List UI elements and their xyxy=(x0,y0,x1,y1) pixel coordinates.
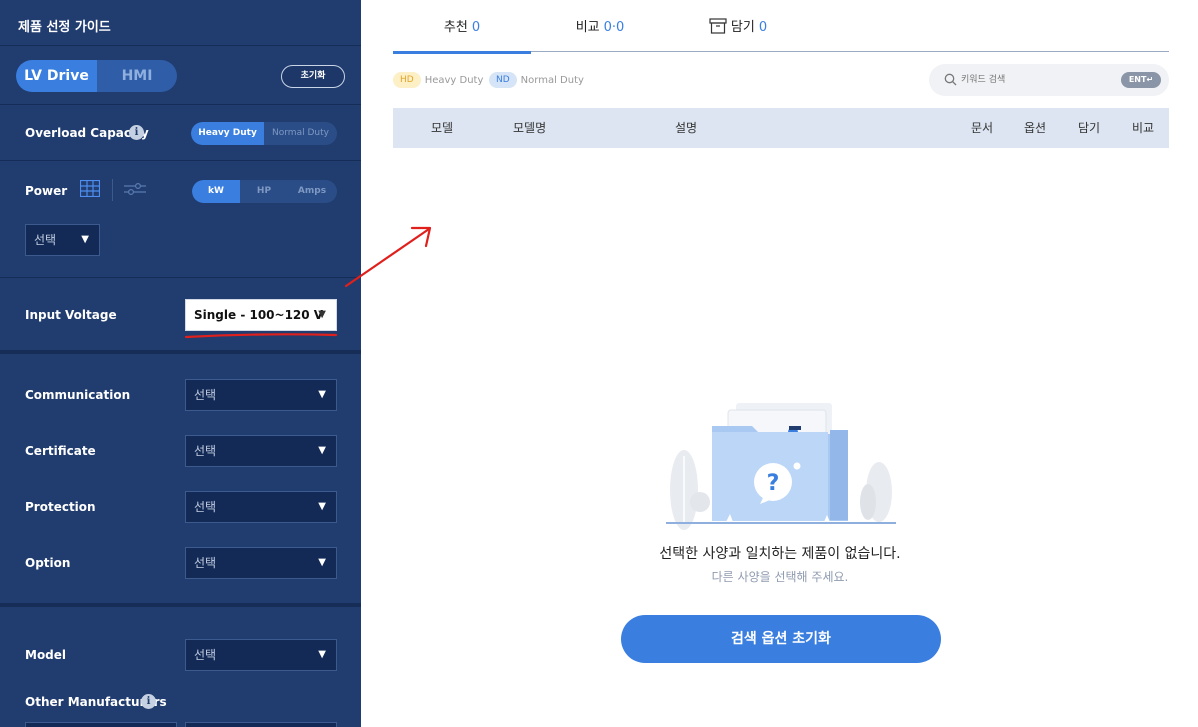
model-select[interactable]: 선택 ▼ xyxy=(185,639,337,671)
unit-amps[interactable]: Amps xyxy=(288,180,336,203)
divider xyxy=(0,104,361,105)
reset-search-options-button[interactable]: 검색 옵션 초기화 xyxy=(621,615,941,663)
grid-icon[interactable] xyxy=(80,180,100,197)
product-type-toggle[interactable]: LV Drive HMI xyxy=(16,60,177,92)
nd-text: Normal Duty xyxy=(520,74,584,86)
power-select-value: 선택 xyxy=(34,233,57,247)
input-voltage-label: Input Voltage xyxy=(25,308,117,322)
hd-badge: HD xyxy=(393,72,421,88)
divider xyxy=(112,179,113,201)
box-icon xyxy=(709,18,727,34)
tab-recommend[interactable]: 추천 0 xyxy=(393,0,531,54)
protection-value: 선택 xyxy=(194,500,217,514)
chevron-down-icon: ▼ xyxy=(318,649,326,660)
col-model-name: 모델명 xyxy=(513,121,547,135)
duty-normal[interactable]: Normal Duty xyxy=(264,122,337,145)
unit-kw[interactable]: kW xyxy=(192,180,240,203)
toggle-lv-drive[interactable]: LV Drive xyxy=(16,60,97,92)
tab-compare[interactable]: 비교 0·0 xyxy=(531,0,669,52)
unit-hp[interactable]: HP xyxy=(240,180,288,203)
option-label: Option xyxy=(25,556,71,570)
empty-folder-illustration: ? xyxy=(666,403,896,530)
input-voltage-value: Single - 100~120 V xyxy=(194,308,324,322)
communication-label: Communication xyxy=(25,388,131,402)
tab-count: 0 xyxy=(471,20,481,35)
hd-text: Heavy Duty xyxy=(424,74,484,86)
chevron-down-icon: ▼ xyxy=(318,309,326,320)
other-manufacturers-select[interactable] xyxy=(25,722,177,727)
toggle-hmi[interactable]: HMI xyxy=(97,60,177,92)
svg-text:?: ? xyxy=(767,471,780,496)
nd-badge: ND xyxy=(489,72,517,88)
certificate-label: Certificate xyxy=(25,444,96,458)
result-tabs: 추천 0 비교 0·0 담기 0 xyxy=(393,0,1169,54)
divider xyxy=(0,277,361,278)
divider xyxy=(0,603,361,607)
col-docs: 문서 xyxy=(971,121,994,135)
search-icon xyxy=(944,73,957,86)
col-save: 담기 xyxy=(1078,121,1101,135)
communication-value: 선택 xyxy=(194,388,217,402)
tab-count: 0·0 xyxy=(603,20,625,35)
option-value: 선택 xyxy=(194,556,217,570)
chevron-down-icon: ▼ xyxy=(81,234,89,245)
enter-button[interactable]: ENT↵ xyxy=(1121,72,1161,88)
chevron-down-icon: ▼ xyxy=(318,501,326,512)
keyword-search[interactable]: 키워드 검색 ENT↵ xyxy=(929,64,1169,96)
col-compare: 비교 xyxy=(1132,121,1155,135)
duty-toggle[interactable]: Heavy Duty Normal Duty xyxy=(191,122,337,145)
power-label: Power xyxy=(25,184,68,198)
option-select[interactable]: 선택 ▼ xyxy=(185,547,337,579)
tab-count: 0 xyxy=(758,20,768,35)
info-icon[interactable]: i xyxy=(141,694,156,709)
protection-label: Protection xyxy=(25,500,96,514)
legend-nd: ND Normal Duty xyxy=(489,72,584,88)
tab-saved[interactable]: 담기 0 xyxy=(669,0,807,52)
sidebar: 제품 선정 가이드 LV Drive HMI 초기화 Overload Capa… xyxy=(0,0,361,727)
table-header: 모델 모델명 설명 문서 옵션 담기 비교 xyxy=(393,108,1169,148)
communication-select[interactable]: 선택 ▼ xyxy=(185,379,337,411)
sidebar-title: 제품 선정 가이드 xyxy=(0,0,361,46)
info-icon[interactable]: i xyxy=(129,125,144,140)
col-description: 설명 xyxy=(675,121,698,135)
protection-select[interactable]: 선택 ▼ xyxy=(185,491,337,523)
tab-label: 추천 xyxy=(443,20,468,35)
power-unit-toggle[interactable]: kW HP Amps xyxy=(192,180,337,203)
duty-heavy[interactable]: Heavy Duty xyxy=(191,122,264,145)
col-model: 모델 xyxy=(431,121,454,135)
other-manufacturers-select-2[interactable] xyxy=(185,722,337,727)
certificate-select[interactable]: 선택 ▼ xyxy=(185,435,337,467)
legend-hd: HD Heavy Duty xyxy=(393,72,483,88)
tab-label: 비교 xyxy=(575,20,600,35)
empty-state-subtitle: 다른 사양을 선택해 주세요. xyxy=(711,570,849,584)
slider-icon[interactable] xyxy=(124,182,146,196)
divider xyxy=(0,160,361,161)
input-voltage-select[interactable]: Single - 100~120 V ▼ xyxy=(185,299,337,331)
model-value: 선택 xyxy=(194,648,217,662)
model-label: Model xyxy=(25,648,67,662)
divider xyxy=(0,350,361,354)
certificate-value: 선택 xyxy=(194,444,217,458)
power-select[interactable]: 선택 ▼ xyxy=(25,224,100,256)
chevron-down-icon: ▼ xyxy=(318,557,326,568)
reset-button[interactable]: 초기화 xyxy=(281,65,345,88)
chevron-down-icon: ▼ xyxy=(318,445,326,456)
tab-label: 담기 xyxy=(730,20,755,35)
search-placeholder: 키워드 검색 xyxy=(961,75,1006,85)
empty-state-title: 선택한 사양과 일치하는 제품이 없습니다. xyxy=(659,546,901,562)
chevron-down-icon: ▼ xyxy=(318,389,326,400)
col-options: 옵션 xyxy=(1024,121,1047,135)
